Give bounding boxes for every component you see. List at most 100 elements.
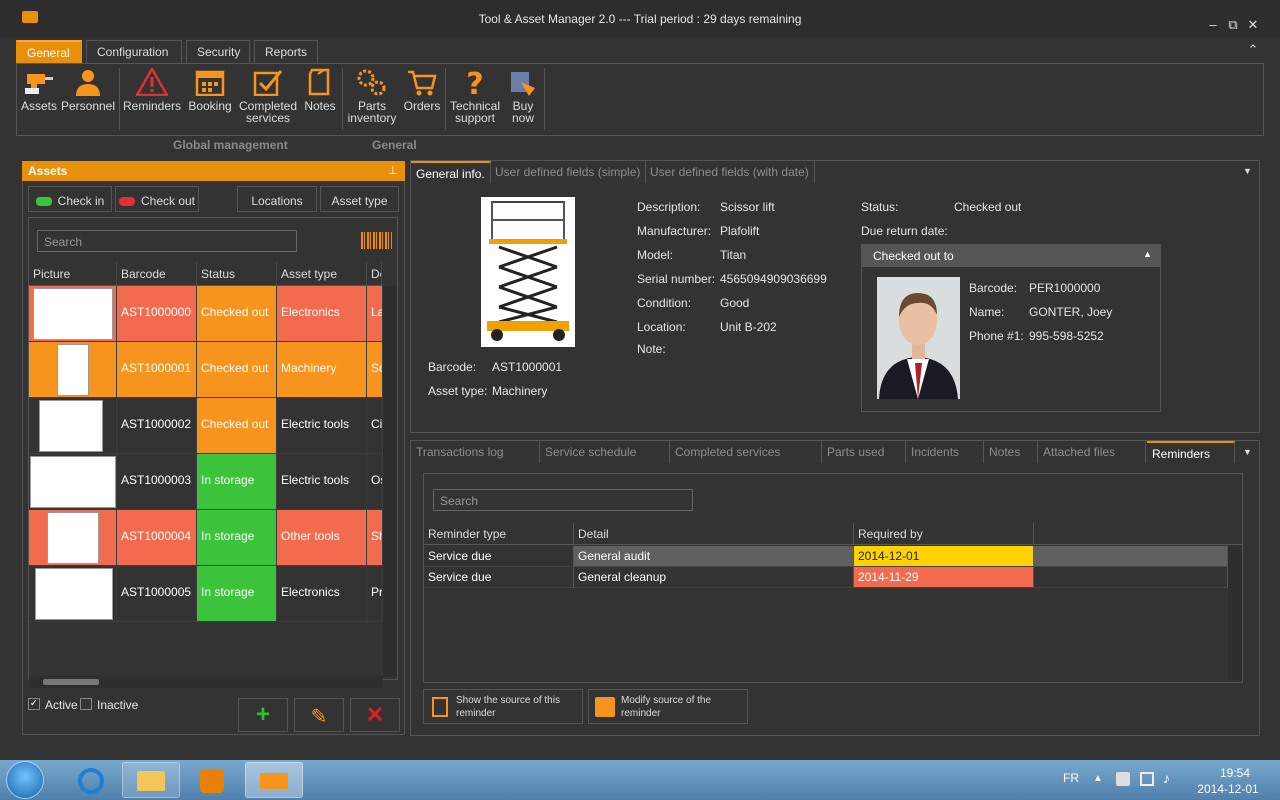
network-icon[interactable] [1140,772,1154,786]
personnel-button[interactable]: Personnel [60,66,116,134]
assets-button[interactable]: Assets [20,66,58,134]
column-reminder-type[interactable]: Reminder type [424,523,574,545]
tray-expand-icon[interactable]: ▲ [1093,773,1103,784]
maximize-button[interactable]: ⧉ [1225,17,1241,33]
app-taskbar-icon [260,773,288,789]
person-barcode-label: Barcode: [969,281,1018,295]
tab-general-info[interactable]: General info. [411,161,491,183]
asset-description-cell: Sc [367,342,383,398]
delete-asset-button[interactable]: ✕ [350,698,400,732]
taskbar-ie[interactable] [62,762,120,798]
manufacturer-label: Manufacturer: [637,224,712,238]
pin-icon[interactable]: ⊥ [388,164,398,177]
checked-out-to-header[interactable]: Checked out to ▲ [862,245,1160,267]
column-picture[interactable]: Picture [29,262,117,286]
reminder-detail-cell: General audit [574,546,854,567]
folder-icon [137,771,165,791]
column-status[interactable]: Status [197,262,277,286]
technical-support-button[interactable]: ? Technical support [447,66,503,134]
asset-picture-cell [29,566,117,622]
modify-source-label: Modify source of the reminder [621,695,712,719]
tab-incidents[interactable]: Incidents [906,441,984,463]
tab-parts-used[interactable]: Parts used [822,441,906,463]
bottom-tab-dropdown-icon[interactable]: ▼ [1243,447,1252,457]
tab-general[interactable]: General [16,40,82,64]
ribbon-collapse-button[interactable]: ⌃ [1245,42,1261,58]
clock-time[interactable]: 19:54 [1205,766,1265,780]
tab-reminders[interactable]: Reminders [1147,441,1235,463]
check-out-label: Check out [140,194,196,208]
start-button[interactable] [6,761,44,799]
tab-attached-files[interactable]: Attached files [1038,441,1146,463]
check-in-button[interactable]: Check in [28,186,112,212]
tab-reports[interactable]: Reports [254,40,318,64]
asset-type-button[interactable]: Asset type [320,186,399,212]
reminders-button[interactable]: Reminders [122,66,182,134]
condition-value: Good [720,296,750,310]
column-description[interactable]: De [367,262,382,286]
tab-dropdown-icon[interactable]: ▼ [1243,166,1252,176]
asset-picture-cell [29,398,117,454]
scissor-lift-icon [487,201,569,341]
tab-transactions-log[interactable]: Transactions log [411,441,540,463]
group-label-global-management: Global management [173,138,288,152]
buy-box-icon [511,72,535,96]
person-phone-label: Phone #1: [969,329,1024,343]
reminders-vertical-scrollbar[interactable] [1228,546,1242,680]
column-asset-type[interactable]: Asset type [277,262,367,286]
asset-thumbnail [35,568,113,620]
assets-vertical-scrollbar[interactable] [383,286,397,676]
check-out-button[interactable]: Check out [115,186,199,212]
column-barcode[interactable]: Barcode [117,262,197,286]
manufacturer-value: Plafolift [720,224,760,238]
parts-inventory-button[interactable]: Parts inventory [344,66,400,134]
reminder-empty-cell [1034,546,1228,567]
serial-value: 4565094909036699 [720,272,827,286]
column-detail[interactable]: Detail [574,523,854,545]
edit-asset-button[interactable]: ✎ [294,698,344,732]
barcode-icon[interactable] [361,232,392,249]
orders-button[interactable]: Orders [402,66,442,134]
collapse-icon: ▲ [1143,249,1152,259]
add-asset-button[interactable]: + [238,698,288,732]
tab-service-schedule[interactable]: Service schedule [540,441,670,463]
tab-user-fields-date[interactable]: User defined fields (with date) [645,161,815,183]
scrollbar-thumb[interactable] [43,679,99,685]
reminders-label: Reminders [122,99,182,113]
asset-barcode-cell: AST1000002 [117,398,197,454]
assets-search-input[interactable]: Search [37,230,297,252]
volume-icon[interactable]: ♪ [1163,770,1170,786]
show-source-button[interactable]: Show the source of this reminder [423,689,583,724]
booking-button[interactable]: Booking [184,66,236,134]
modify-source-button[interactable]: Modify source of the reminder [588,689,748,724]
asset-picture-cell [29,454,117,510]
locations-button[interactable]: Locations [237,186,317,212]
reminder-type-cell: Service due [424,546,574,567]
assets-horizontal-scrollbar[interactable] [29,676,383,688]
person-photo [877,277,960,399]
asset-status-cell: In storage [197,454,277,510]
close-button[interactable]: ✕ [1245,17,1261,33]
column-required-by[interactable]: Required by [854,523,1034,545]
tab-notes[interactable]: Notes [984,441,1038,463]
taskbar-explorer[interactable] [122,762,180,798]
buy-now-button[interactable]: Buy now [505,66,541,134]
clock-date[interactable]: 2014-12-01 [1192,782,1264,796]
cart-icon [408,70,437,96]
notes-button[interactable]: Notes [300,66,340,134]
reminders-search-input[interactable]: Search [433,489,693,511]
ribbon-separator [342,68,343,130]
tab-security[interactable]: Security [186,40,250,64]
taskbar-media-player[interactable] [183,762,241,798]
tab-completed-services[interactable]: Completed services [670,441,822,463]
minimize-button[interactable]: – [1205,17,1221,32]
flag-icon[interactable] [1116,772,1130,786]
tab-user-fields-simple[interactable]: User defined fields (simple) [490,161,647,183]
taskbar-tool-asset-manager[interactable] [245,762,303,798]
language-indicator[interactable]: FR [1063,771,1079,785]
completed-services-button[interactable]: Completed services [238,66,298,134]
inactive-checkbox[interactable] [80,698,92,710]
active-checkbox[interactable]: ✓ [28,698,40,710]
model-label: Model: [637,248,674,262]
tab-configuration[interactable]: Configuration [86,40,182,64]
